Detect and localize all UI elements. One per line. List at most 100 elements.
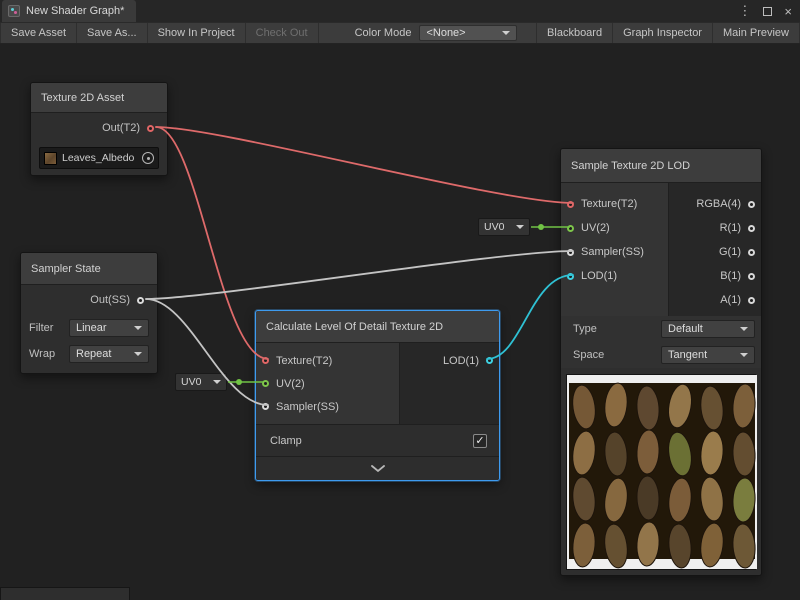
window-menu-icon[interactable]: ⋮ (738, 3, 751, 19)
output-port-g[interactable] (748, 249, 755, 256)
output-port-sampler[interactable] (137, 297, 144, 304)
output-row-rgba: RGBA(4) (669, 192, 761, 216)
dropdown-arrow-icon (134, 326, 142, 330)
wrap-value: Repeat (76, 348, 111, 360)
space-setting-row: Space Tangent (561, 342, 761, 368)
port-label: R(1) (720, 222, 741, 234)
output-row-a: A(1) (669, 288, 761, 312)
input-port-sampler[interactable] (262, 403, 269, 410)
node-texture-2d-asset[interactable]: Texture 2D Asset Out(T2) Leaves_Albedo (30, 82, 168, 176)
graph-inspector-toggle-button[interactable]: Graph Inspector (613, 23, 713, 43)
blackboard-toggle-button[interactable]: Blackboard (536, 23, 613, 43)
blackboard-panel-edge[interactable] (0, 587, 130, 600)
input-row-uv: UV(2) (256, 372, 399, 395)
shader-graph-icon (8, 5, 20, 17)
node-title[interactable]: Sample Texture 2D LOD (561, 149, 761, 183)
uv-channel-dropdown-calculate[interactable]: UV0 (175, 373, 227, 391)
node-calculate-lod-texture-2d[interactable]: Calculate Level Of Detail Texture 2D Tex… (255, 310, 500, 481)
uv-chip-label: UV0 (484, 221, 504, 233)
output-row-b: B(1) (669, 264, 761, 288)
main-preview-toggle-button[interactable]: Main Preview (713, 23, 800, 43)
window-titlebar: New Shader Graph* ⋮ × (0, 0, 800, 22)
output-port-a[interactable] (748, 297, 755, 304)
output-port-lod[interactable] (486, 357, 493, 364)
input-row-texture: Texture(T2) (256, 349, 399, 372)
dropdown-arrow-icon (740, 327, 748, 331)
port-label: Texture(T2) (276, 355, 332, 367)
output-port-rgba[interactable] (748, 201, 755, 208)
dropdown-arrow-icon (134, 352, 142, 356)
output-port-r[interactable] (748, 225, 755, 232)
port-label: G(1) (719, 246, 741, 258)
input-port-uv[interactable] (567, 225, 574, 232)
type-dropdown[interactable]: Default (661, 320, 755, 338)
close-icon[interactable]: × (784, 4, 792, 19)
port-label: Out(T2) (102, 122, 140, 134)
input-row-texture: Texture(T2) (561, 192, 668, 216)
input-row-lod: LOD(1) (561, 264, 668, 288)
space-label: Space (573, 349, 661, 361)
port-label: UV(2) (276, 378, 305, 390)
node-title[interactable]: Calculate Level Of Detail Texture 2D (256, 311, 499, 343)
check-out-button: Check Out (246, 23, 319, 43)
wrap-label: Wrap (29, 348, 69, 360)
input-row-uv: UV(2) (561, 216, 668, 240)
output-port-b[interactable] (748, 273, 755, 280)
type-value: Default (668, 323, 703, 335)
output-row-g: G(1) (669, 240, 761, 264)
chevron-down-icon[interactable] (370, 465, 386, 473)
filter-label: Filter (29, 322, 69, 334)
node-sampler-state[interactable]: Sampler State Out(SS) Filter Linear Wrap… (20, 252, 158, 374)
input-port-lod[interactable] (567, 273, 574, 280)
uv-chip-label: UV0 (181, 376, 201, 388)
port-label: A(1) (720, 294, 741, 306)
show-in-project-button[interactable]: Show In Project (148, 23, 246, 43)
clamp-checkbox[interactable]: ✓ (473, 434, 487, 448)
port-label: Sampler(SS) (581, 246, 644, 258)
wrap-dropdown[interactable]: Repeat (69, 345, 149, 363)
port-label: LOD(1) (581, 270, 617, 282)
output-row-r: R(1) (669, 216, 761, 240)
shader-graph-tab[interactable]: New Shader Graph* (2, 0, 136, 22)
filter-dropdown[interactable]: Linear (69, 319, 149, 337)
input-port-texture[interactable] (262, 357, 269, 364)
input-row-sampler: Sampler(SS) (256, 395, 399, 418)
clamp-label: Clamp (270, 435, 473, 447)
save-asset-button[interactable]: Save Asset (0, 23, 77, 43)
dropdown-arrow-icon (516, 225, 524, 229)
window-controls: ⋮ × (738, 3, 792, 19)
tab-title: New Shader Graph* (26, 5, 124, 17)
port-label: Texture(T2) (581, 198, 637, 210)
dropdown-arrow-icon (740, 353, 748, 357)
port-label: LOD(1) (443, 355, 479, 367)
toolbar-right-group: Blackboard Graph Inspector Main Preview (536, 23, 800, 43)
port-label: Sampler(SS) (276, 401, 339, 413)
maximize-icon[interactable] (763, 7, 772, 16)
dropdown-arrow-icon (502, 31, 510, 35)
save-as-button[interactable]: Save As... (77, 23, 148, 43)
color-mode-value: <None> (426, 27, 465, 39)
preview-collapse-row (256, 456, 499, 480)
output-row-lod: LOD(1) (400, 349, 499, 372)
texture-object-field[interactable]: Leaves_Albedo (39, 147, 159, 169)
dropdown-arrow-icon (213, 380, 221, 384)
node-preview-image (566, 374, 756, 570)
type-setting-row: Type Default (561, 316, 761, 342)
texture-name: Leaves_Albedo (62, 152, 137, 164)
output-port-texture[interactable] (147, 125, 154, 132)
port-label: B(1) (720, 270, 741, 282)
node-sample-texture-2d-lod[interactable]: Sample Texture 2D LOD Texture(T2) UV(2) … (560, 148, 762, 576)
object-picker-icon[interactable] (142, 152, 154, 164)
input-port-sampler[interactable] (567, 249, 574, 256)
space-dropdown[interactable]: Tangent (661, 346, 755, 364)
input-port-texture[interactable] (567, 201, 574, 208)
uv-channel-dropdown-sample[interactable]: UV0 (478, 218, 530, 236)
filter-value: Linear (76, 322, 107, 334)
node-title[interactable]: Sampler State (21, 253, 157, 285)
texture-thumbnail-icon (44, 152, 57, 165)
input-port-uv[interactable] (262, 380, 269, 387)
space-value: Tangent (668, 349, 707, 361)
input-row-sampler: Sampler(SS) (561, 240, 668, 264)
node-title[interactable]: Texture 2D Asset (31, 83, 167, 113)
color-mode-dropdown[interactable]: <None> (419, 25, 517, 41)
